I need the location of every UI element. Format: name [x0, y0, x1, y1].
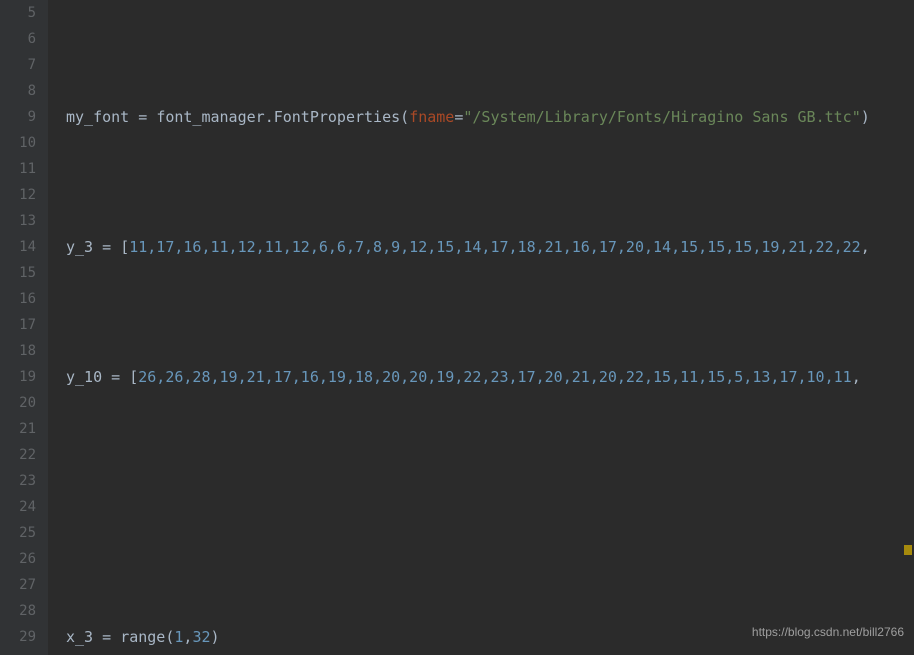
line-number: 21	[0, 416, 36, 442]
line-number: 12	[0, 182, 36, 208]
code-line[interactable]: y_3 = [11,17,16,11,12,11,12,6,6,7,8,9,12…	[66, 234, 914, 260]
line-number: 6	[0, 26, 36, 52]
line-number: 7	[0, 52, 36, 78]
line-number: 27	[0, 572, 36, 598]
line-number: 9	[0, 104, 36, 130]
identifier: my_font	[66, 104, 129, 130]
line-number: 14	[0, 234, 36, 260]
line-number: 16	[0, 286, 36, 312]
line-number: 29	[0, 624, 36, 650]
code-line[interactable]: my_font = font_manager.FontProperties(fn…	[66, 104, 914, 130]
line-number: 23	[0, 468, 36, 494]
line-number-gutter: 5678910111213141516171819202122232425262…	[0, 0, 48, 655]
line-number: 18	[0, 338, 36, 364]
line-number: 17	[0, 312, 36, 338]
line-number: 8	[0, 78, 36, 104]
line-number: 25	[0, 520, 36, 546]
line-number: 28	[0, 598, 36, 624]
line-number: 20	[0, 390, 36, 416]
code-line[interactable]: y_10 = [26,26,28,19,21,17,16,19,18,20,20…	[66, 364, 914, 390]
line-number: 10	[0, 130, 36, 156]
line-number: 5	[0, 0, 36, 26]
code-editor[interactable]: 5678910111213141516171819202122232425262…	[0, 0, 914, 655]
scrollbar-marker[interactable]	[904, 545, 912, 555]
line-number: 24	[0, 494, 36, 520]
line-number: 13	[0, 208, 36, 234]
line-number: 19	[0, 364, 36, 390]
code-area[interactable]: my_font = font_manager.FontProperties(fn…	[48, 0, 914, 655]
watermark-text: https://blog.csdn.net/bill2766	[752, 619, 904, 645]
line-number: 11	[0, 156, 36, 182]
line-number: 15	[0, 260, 36, 286]
code-line[interactable]	[66, 494, 914, 520]
line-number: 26	[0, 546, 36, 572]
line-number: 22	[0, 442, 36, 468]
